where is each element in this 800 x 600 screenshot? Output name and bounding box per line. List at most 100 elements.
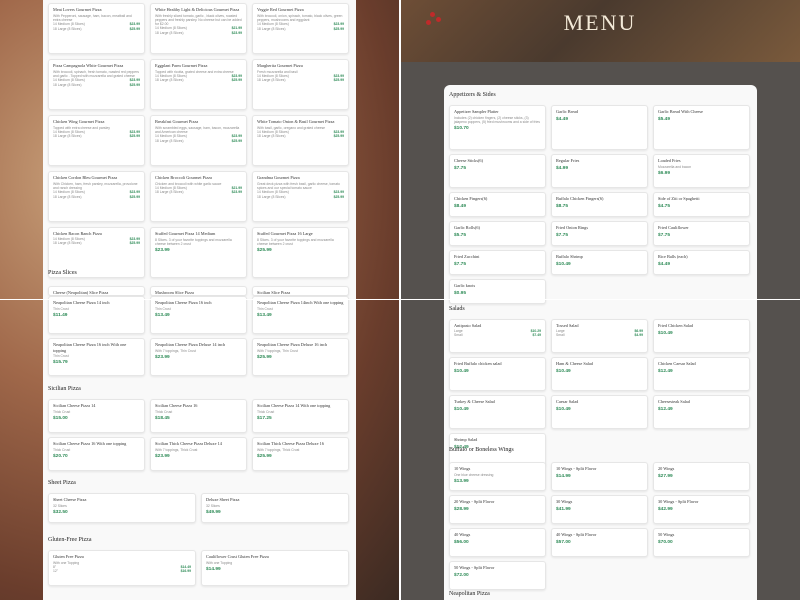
menu-item-card[interactable]: Cheese (Neapolitan) Slice Pizza xyxy=(48,286,145,296)
section-title: Salads xyxy=(449,306,465,312)
left-menu-panel[interactable]: Meat Lovers Gourmet Pizza With Pepperoni,… xyxy=(43,0,356,600)
size-option[interactable]: 18 Large (8 Slices) $25.99 xyxy=(257,78,344,83)
size-option[interactable]: 18 Large (8 Slices) $25.99 xyxy=(257,134,344,139)
size-option[interactable]: 18 Large (8 Slices) $25.99 xyxy=(155,78,242,83)
menu-item-card[interactable]: Pizza Campagnola White Gourmet Pizza With… xyxy=(48,59,145,110)
menu-item-card[interactable]: Sicilian Cheese Pizza 14 With one toppin… xyxy=(252,399,349,433)
menu-item-card[interactable]: Appetizer Sampler Platter Includes (2) ch… xyxy=(449,105,546,150)
menu-item-card[interactable]: Chicken Broccoli Gourmet Pizza Chicken an… xyxy=(150,171,247,222)
menu-item-card[interactable]: Grandma Gourmet Pizza Great deck pizza wi… xyxy=(252,171,349,222)
menu-item-card[interactable]: Garlic knots $0.95 xyxy=(449,279,546,304)
menu-item-description: Includes (2) chicken fingers, (2) cheese… xyxy=(454,115,540,124)
size-option[interactable]: Small $4.99 xyxy=(556,333,643,338)
menu-item-card[interactable]: Neapolitan Cheese Pizza 14 inch Thin Crus… xyxy=(48,296,145,334)
menu-item-card[interactable]: Meat Lovers Gourmet Pizza With Pepperoni,… xyxy=(48,3,145,54)
menu-item-card[interactable]: 10 Wings One blue cheese dressing $13.99 xyxy=(449,462,546,491)
menu-item-card[interactable]: Buffalo Shrimp $10.49 xyxy=(551,250,648,275)
menu-item-card[interactable]: Sicilian Thick Cheese Pizza Deluxe 16 Wit… xyxy=(252,437,349,471)
size-option[interactable]: 18 Large (8 Slices) $25.99 xyxy=(53,27,140,32)
menu-item-price: $70.00 xyxy=(658,539,673,545)
menu-item-card[interactable]: Sicilian Slice Pizza xyxy=(252,286,349,296)
menu-item-description: Thick Crust xyxy=(155,409,173,414)
menu-item-card[interactable]: 40 Wings $56.00 xyxy=(449,528,546,557)
menu-item-card[interactable]: Fried Onion Rings $7.75 xyxy=(551,221,648,246)
menu-item-card[interactable]: Neapolitan Cheese Pizza 16 inch Thin Crus… xyxy=(150,296,247,334)
menu-item-name: Garlic Rolls(6) xyxy=(454,225,480,230)
menu-item-card[interactable]: Neapolitan Cheese Pizza 16 inch With one… xyxy=(48,338,145,376)
menu-item-card[interactable]: Eggplant Parm Gourmet Pizza Topped with r… xyxy=(150,59,247,110)
menu-item-card[interactable]: Ham & Cheese Salad $10.49 xyxy=(551,357,648,391)
menu-item-name: Grandma Gourmet Pizza xyxy=(257,175,300,180)
menu-item-price: $13.99 xyxy=(454,478,469,484)
menu-item-card[interactable]: Deluxe Sheet Pizza 32 Slices $49.99 xyxy=(201,493,349,523)
menu-item-card[interactable]: Fried Buffalo chicken salad $10.49 xyxy=(449,357,546,391)
menu-item-name: White Healthy Light & Delicious Gourmet … xyxy=(155,7,240,12)
menu-item-card[interactable]: Garlic Bread $4.49 xyxy=(551,105,648,150)
menu-item-card[interactable]: Tossed Salad Large $6.99 Small $4.99 xyxy=(551,319,648,353)
menu-item-card[interactable]: Regular Fries $4.99 xyxy=(551,154,648,188)
menu-item-card[interactable]: Sicilian Cheese Pizza 16 With one toppin… xyxy=(48,437,145,471)
menu-item-name: Neapolitan Cheese Pizza 16 inch With one… xyxy=(53,342,127,353)
menu-item-card[interactable]: Cheesesteak Salad $12.49 xyxy=(653,395,750,429)
size-option[interactable]: 18 Large (8 Slices) $25.99 xyxy=(155,139,242,144)
menu-item-card[interactable]: Neapolitan Cheese Pizza Deluxe 16 inch Wi… xyxy=(252,338,349,376)
menu-item-card[interactable]: Margherita Gourmet Pizza Fresh mozzarella… xyxy=(252,59,349,110)
menu-item-card[interactable]: Antipasto Salad Large $10.29 Small $7.49 xyxy=(449,319,546,353)
menu-item-card[interactable]: Fried Zucchini $7.75 xyxy=(449,250,546,275)
size-option[interactable]: 18 Large (8 Slices) $25.99 xyxy=(257,195,344,200)
menu-item-card[interactable]: Garlic Bread With Cheese $5.49 xyxy=(653,105,750,150)
size-option[interactable]: 12" $16.99 xyxy=(53,569,191,574)
menu-item-card[interactable]: Sicilian Cheese Pizza 14 Thick Crust $15.0… xyxy=(48,399,145,433)
menu-item-card[interactable]: Neapolitan Cheese Pizza 14inch With one … xyxy=(252,296,349,334)
menu-item-card[interactable]: White Healthy Light & Delicious Gourmet … xyxy=(150,3,247,54)
menu-item-card[interactable]: Rice Balls (each) $4.49 xyxy=(653,250,750,275)
menu-item-card[interactable]: Turkey & Cheese Salad $10.49 xyxy=(449,395,546,429)
menu-item-card[interactable]: Fried Chicken Salad $10.49 xyxy=(653,319,750,353)
menu-item-card[interactable]: 40 Wings - Split Flavor $57.00 xyxy=(551,528,648,557)
menu-item-card[interactable]: 10 Wings - Split Flavor $14.99 xyxy=(551,462,648,491)
menu-item-card[interactable]: Breakfast Gourmet Pizza With scrambled eg… xyxy=(150,115,247,166)
menu-item-description: With Chicken, ham, fresh parsley, mozzar… xyxy=(53,181,138,190)
menu-item-card[interactable]: Garlic Rolls(6) $5.75 xyxy=(449,221,546,246)
size-option[interactable]: 18 Large (8 Slices) $23.99 xyxy=(155,31,242,36)
menu-item-card[interactable]: Stuffed Gourmet Pizza 16 Large 8 Slices. … xyxy=(252,227,349,278)
menu-item-card[interactable]: Caesar Salad $10.49 xyxy=(551,395,648,429)
menu-item-card[interactable]: Fried Cauliflower $7.75 xyxy=(653,221,750,246)
menu-item-card[interactable]: 50 Wings - Split Flavor $72.00 xyxy=(449,561,546,590)
menu-item-card[interactable]: 50 Wings $70.00 xyxy=(653,528,750,557)
menu-item-price: $49.99 xyxy=(206,509,221,515)
menu-item-card[interactable]: Sicilian Thick Cheese Pizza Deluxe 14 Wit… xyxy=(150,437,247,471)
size-option[interactable]: 18 Large (8 Slices) $25.99 xyxy=(53,83,140,88)
menu-item-card[interactable]: Neapolitan Cheese Pizza Deluxe 14 inch Wi… xyxy=(150,338,247,376)
size-option[interactable]: 18 Large (8 Slices) $25.99 xyxy=(257,27,344,32)
menu-item-card[interactable]: Chicken Caesar Salad $12.49 xyxy=(653,357,750,391)
menu-item-card[interactable]: Gluten Free Pizza With one Topping 8" $14.4… xyxy=(48,550,196,586)
menu-item-card[interactable]: Sicilian Cheese Pizza 16 Thick Crust $18.4… xyxy=(150,399,247,433)
menu-item-card[interactable]: 20 Wings $27.99 xyxy=(653,462,750,491)
menu-item-card[interactable]: 30 Wings $41.99 xyxy=(551,495,648,524)
menu-item-card[interactable]: Cheese Sticks(6) $7.75 xyxy=(449,154,546,188)
menu-item-price: $25.99 xyxy=(257,248,272,254)
size-option[interactable]: 18 Large (8 Slices) $23.99 xyxy=(155,190,242,195)
menu-item-card[interactable]: Sheet Cheese Pizza 32 Slices $32.50 xyxy=(48,493,196,523)
menu-item-price: $15.79 xyxy=(53,360,68,366)
size-option[interactable]: Small $7.49 xyxy=(454,333,541,338)
menu-item-card[interactable]: Chicken Wing Gourmet Pizza Topped with ex… xyxy=(48,115,145,166)
menu-item-card[interactable]: 30 Wings - Split Flavor $42.99 xyxy=(653,495,750,524)
menu-item-card[interactable]: Mushroom Slice Pizza xyxy=(150,286,247,296)
menu-item-card[interactable]: White Tomato Onion & Basil Gourmet Pizza… xyxy=(252,115,349,166)
menu-item-card[interactable]: Chicken Fingers(6) $8.49 xyxy=(449,192,546,217)
menu-item-card[interactable]: Buffalo Chicken Fingers(6) $8.75 xyxy=(551,192,648,217)
size-option[interactable]: 18 Large (8 Slices) $25.99 xyxy=(53,241,140,246)
menu-item-card[interactable]: 20 Wings - Split Flavor $28.99 xyxy=(449,495,546,524)
size-option[interactable]: 18 Large (8 Slices) $25.99 xyxy=(53,195,140,200)
menu-item-card[interactable]: Side of Ziti or Spaghetti $4.75 xyxy=(653,192,750,217)
menu-item-card[interactable]: Cauliflower Crust Gluten Free Pizza With … xyxy=(201,550,349,586)
menu-item-card[interactable]: Loaded Fries Mozzarella and bacon $6.99 xyxy=(653,154,750,188)
right-menu-panel[interactable]: Appetizers & Sides Appetizer Sampler Plat… xyxy=(444,85,757,600)
menu-item-card[interactable]: Veggie Red Gourmet Pizza With broccoli, o… xyxy=(252,3,349,54)
menu-item-card[interactable]: Stuffed Gourmet Pizza 14 Medium 8 Slices.… xyxy=(150,227,247,278)
menu-item-description: 8 Slices. 3 of your favorite toppings an… xyxy=(257,237,334,246)
menu-item-card[interactable]: Chicken Cordon Bleu Gourmet Pizza With Ch… xyxy=(48,171,145,222)
size-option[interactable]: 18 Large (8 Slices) $25.99 xyxy=(53,134,140,139)
